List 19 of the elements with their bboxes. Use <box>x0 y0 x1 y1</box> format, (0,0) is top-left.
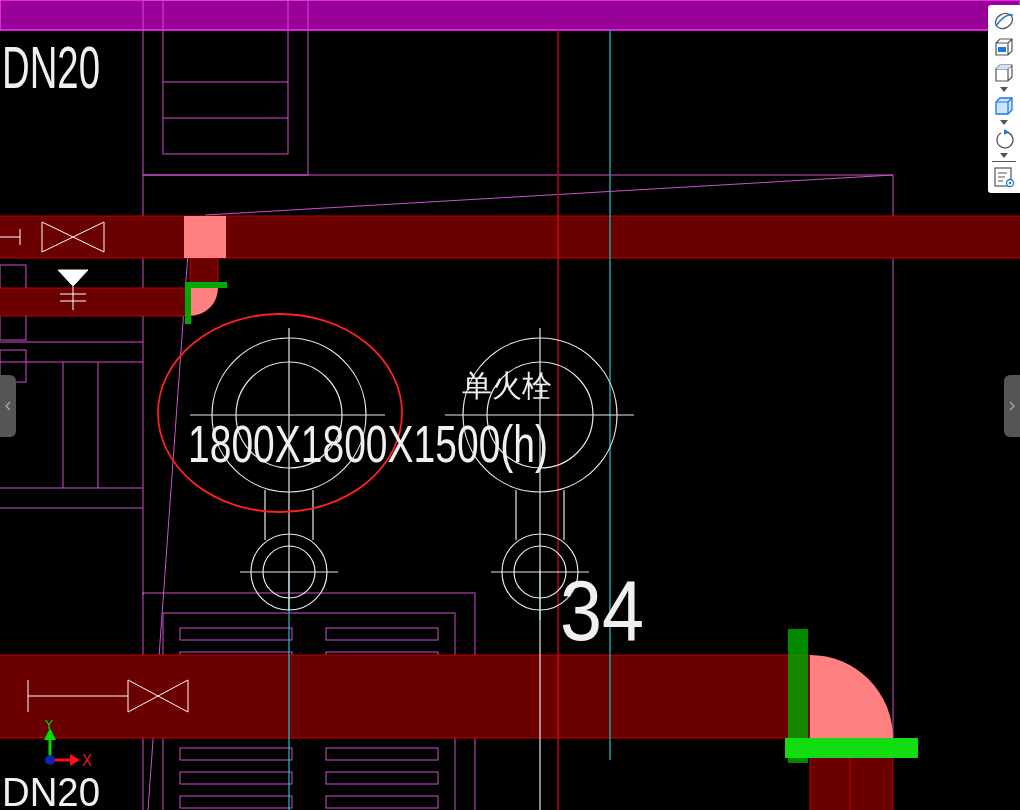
next-button[interactable] <box>1004 375 1020 437</box>
cube-icon[interactable] <box>993 95 1015 117</box>
drawing-label: DN20 <box>2 34 156 101</box>
properties-icon[interactable] <box>993 166 1015 188</box>
chevron-right-icon <box>1009 401 1015 411</box>
x-axis-label: X <box>82 752 93 770</box>
caret-icon[interactable] <box>1000 153 1008 158</box>
drawing-label: 34 <box>560 562 656 658</box>
previous-button[interactable] <box>0 375 16 437</box>
chevron-left-icon <box>5 401 11 411</box>
cube-icon[interactable] <box>993 62 1015 84</box>
caret-icon[interactable] <box>1000 120 1008 125</box>
rotate-icon[interactable] <box>993 128 1015 150</box>
drawing-label: DN20 <box>2 770 105 810</box>
ucs-icon <box>44 728 80 766</box>
orbit-icon[interactable] <box>993 10 1015 32</box>
cube-icon[interactable] <box>993 36 1015 58</box>
caret-icon[interactable] <box>1000 87 1008 92</box>
y-axis-label: Y <box>45 717 53 732</box>
